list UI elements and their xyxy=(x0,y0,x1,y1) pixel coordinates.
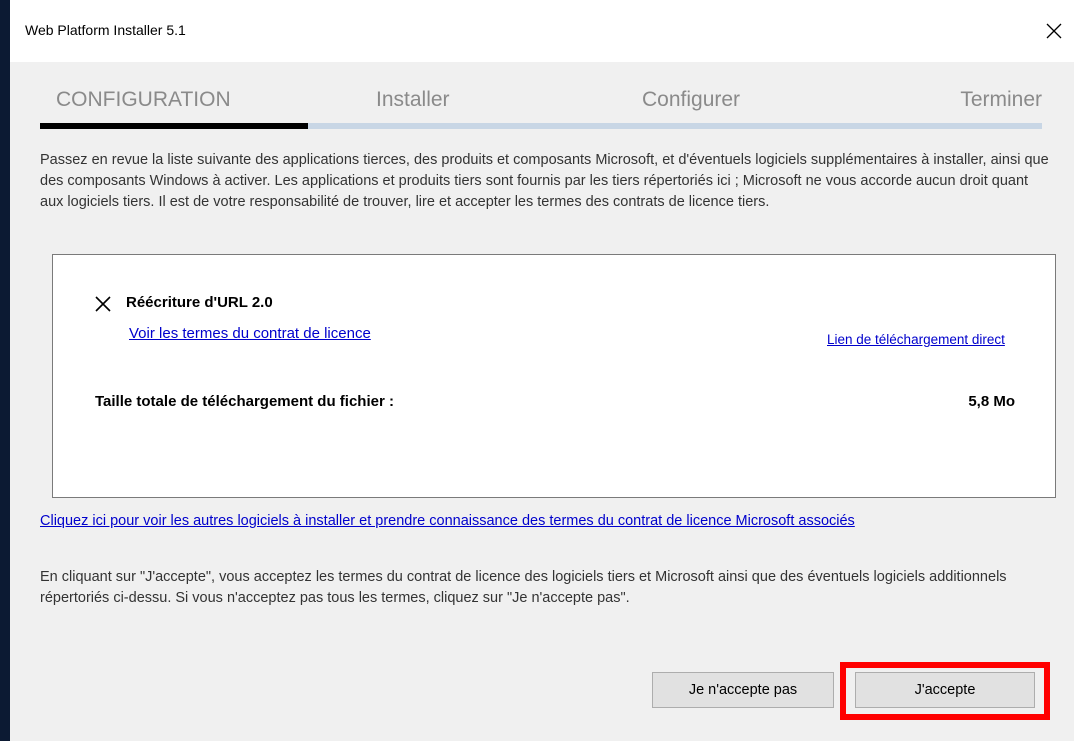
step-progress-bar xyxy=(40,123,1042,129)
decline-button[interactable]: Je n'accepte pas xyxy=(652,672,834,708)
license-terms-link[interactable]: Voir les termes du contrat de licence xyxy=(129,325,371,342)
more-software-link[interactable]: Cliquez ici pour voir les autres logicie… xyxy=(40,511,1050,532)
step-installer: Installer xyxy=(376,88,450,111)
intro-text: Passez en revue la liste suivante des ap… xyxy=(40,152,1049,210)
direct-download-link[interactable]: Lien de téléchargement direct xyxy=(827,330,1027,349)
accept-button[interactable]: J'accepte xyxy=(855,672,1035,708)
title-bar: Web Platform Installer 5.1 xyxy=(10,0,1074,62)
step-configurer: Configurer xyxy=(642,88,741,111)
installer-window: Web Platform Installer 5.1 CONFIGURATION… xyxy=(10,0,1074,741)
total-size-value: 5,8 Mo xyxy=(968,393,1015,410)
step-terminer: Terminer xyxy=(960,88,1042,111)
x-icon[interactable] xyxy=(94,295,112,313)
product-name: Réécriture d'URL 2.0 xyxy=(126,294,273,311)
products-list: Réécriture d'URL 2.0 Voir les termes du … xyxy=(52,254,1056,498)
step-progress-fill xyxy=(40,123,308,129)
window-title: Web Platform Installer 5.1 xyxy=(25,22,186,38)
acceptance-text: En cliquant sur "J'accepte", vous accept… xyxy=(40,569,1007,606)
step-configuration: CONFIGURATION xyxy=(56,88,231,111)
close-icon xyxy=(1046,23,1062,39)
close-button[interactable] xyxy=(1034,14,1074,48)
total-size-label: Taille totale de téléchargement du fichi… xyxy=(95,393,394,410)
